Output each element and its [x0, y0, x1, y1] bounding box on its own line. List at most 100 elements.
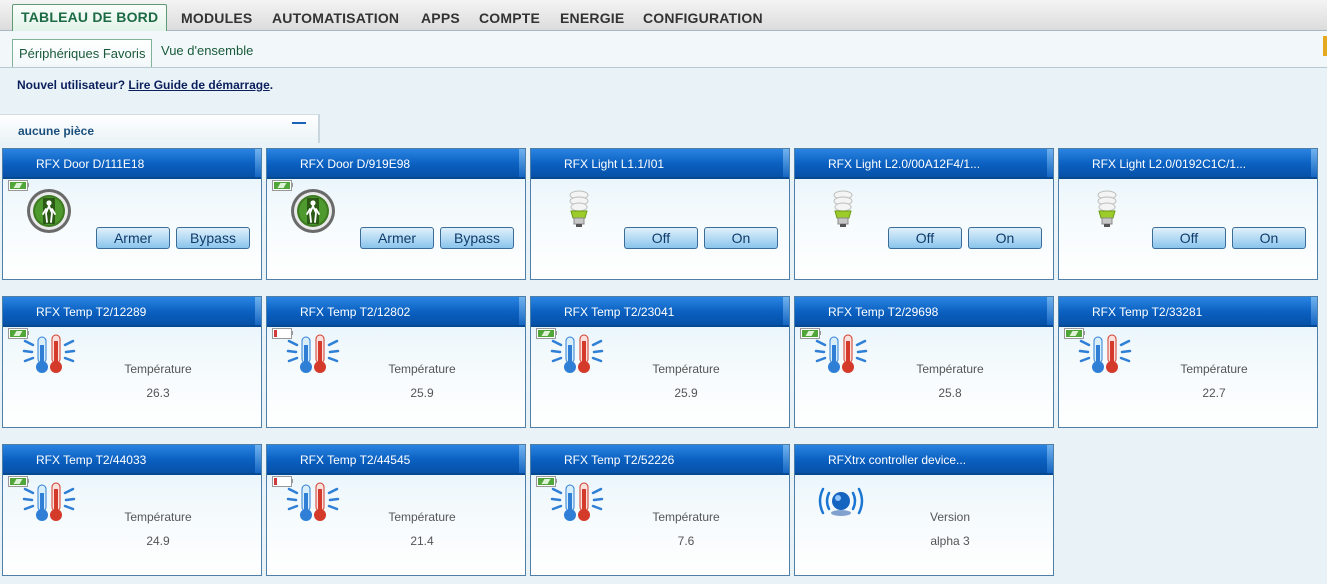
device-tile: RFX Door D/919E98 Armer Bypass — [266, 148, 526, 280]
reading-value: alpha 3 — [930, 534, 970, 548]
device-name: RFX Door D/111E18 — [36, 157, 145, 171]
reading-value: 25.8 — [938, 386, 962, 400]
device-tile-header[interactable]: RFX Temp T2/52226 — [531, 445, 789, 475]
device-name: RFX Temp T2/23041 — [564, 305, 675, 319]
device-name: RFXtrx controller device... — [828, 453, 967, 467]
notice-suffix: . — [269, 78, 274, 92]
reading-value: 21.4 — [410, 534, 434, 548]
door-sensor-icon — [289, 187, 337, 240]
thermometer-icon — [285, 331, 341, 380]
new-user-notice: Nouvel utilisateur? Lire Guide de démarr… — [17, 78, 273, 92]
notice-text: Nouvel utilisateur? — [17, 78, 126, 92]
tab-vue-ensemble[interactable]: Vue d'ensemble — [161, 43, 253, 58]
device-name: RFX Temp T2/29698 — [828, 305, 939, 319]
device-name: RFX Temp T2/12802 — [300, 305, 411, 319]
device-tile: RFX Temp T2/33281 Température 22.7 — [1058, 296, 1318, 428]
device-tile: RFXtrx controller device... Version alpha … — [794, 444, 1054, 576]
help-tab-icon[interactable] — [1323, 36, 1327, 56]
door-sensor-icon — [25, 187, 73, 240]
device-tile-header[interactable]: RFX Temp T2/44545 — [267, 445, 525, 475]
device-tile: RFX Light L1.1/I01 Off On — [530, 148, 790, 280]
device-tile-header[interactable]: RFX Temp T2/33281 — [1059, 297, 1317, 327]
armer-button[interactable]: Armer — [360, 227, 434, 249]
device-tile: RFX Temp T2/44545 Température 21.4 — [266, 444, 526, 576]
reading-label: Température — [388, 510, 456, 524]
device-name: RFX Light L2.0/0192C1C/1... — [1092, 157, 1247, 171]
menu-item-compte[interactable]: COMPTE — [479, 10, 540, 26]
thermometer-icon — [549, 331, 605, 380]
reading-label: Température — [124, 362, 192, 376]
bypass-button[interactable]: Bypass — [440, 227, 514, 249]
on-button[interactable]: On — [968, 227, 1042, 249]
light-bulb-icon — [563, 185, 595, 236]
device-name: RFX Temp T2/33281 — [1092, 305, 1203, 319]
device-tile-header[interactable]: RFX Door D/111E18 — [3, 149, 261, 179]
reading-label: Température — [652, 510, 720, 524]
thermometer-icon — [549, 479, 605, 528]
device-name: RFX Temp T2/44545 — [300, 453, 411, 467]
device-name: RFX Temp T2/12289 — [36, 305, 147, 319]
device-tile-header[interactable]: RFX Temp T2/12802 — [267, 297, 525, 327]
reading-label: Température — [1180, 362, 1248, 376]
reading-value: 24.9 — [146, 534, 170, 548]
device-tile: RFX Temp T2/44033 Température 24.9 — [2, 444, 262, 576]
device-tile-header[interactable]: RFX Temp T2/44033 — [3, 445, 261, 475]
menu-item-energie[interactable]: ENERGIE — [560, 10, 624, 26]
off-button[interactable]: Off — [1152, 227, 1226, 249]
reading-value: 25.9 — [674, 386, 698, 400]
reading-value: 22.7 — [1202, 386, 1226, 400]
getting-started-link[interactable]: Lire Guide de démarrage — [128, 78, 269, 92]
sub-tab-bar: Périphériques Favoris Vue d'ensemble — [0, 31, 1327, 68]
armer-button[interactable]: Armer — [96, 227, 170, 249]
device-tile: RFX Temp T2/12289 Température 26.3 — [2, 296, 262, 428]
device-name: RFX Light L1.1/I01 — [564, 157, 665, 171]
device-name: RFX Temp T2/44033 — [36, 453, 147, 467]
device-tile: RFX Temp T2/29698 Température 25.8 — [794, 296, 1054, 428]
light-bulb-icon — [827, 185, 859, 236]
reading-label: Température — [916, 362, 984, 376]
device-name: RFX Light L2.0/00A12F4/1... — [828, 157, 981, 171]
device-tile-header[interactable]: RFX Temp T2/23041 — [531, 297, 789, 327]
thermometer-icon — [21, 331, 77, 380]
room-header: aucune pièce — [0, 114, 320, 143]
main-menu-bar: TABLEAU DE BORD MODULES AUTOMATISATION A… — [0, 0, 1327, 31]
device-tile-header[interactable]: RFX Temp T2/12289 — [3, 297, 261, 327]
device-tile: RFX Light L2.0/00A12F4/1... Off On — [794, 148, 1054, 280]
menu-item-automatisation[interactable]: AUTOMATISATION — [272, 10, 399, 26]
reading-label: Température — [388, 362, 456, 376]
device-tile-header[interactable]: RFX Light L2.0/00A12F4/1... — [795, 149, 1053, 179]
off-button[interactable]: Off — [888, 227, 962, 249]
off-button[interactable]: Off — [624, 227, 698, 249]
device-name: RFX Temp T2/52226 — [564, 453, 675, 467]
menu-item-modules[interactable]: MODULES — [181, 10, 252, 26]
on-button[interactable]: On — [1232, 227, 1306, 249]
menu-item-apps[interactable]: APPS — [421, 10, 460, 26]
thermometer-icon — [1077, 331, 1133, 380]
device-tile: RFX Temp T2/23041 Température 25.9 — [530, 296, 790, 428]
reading-value: 7.6 — [677, 534, 695, 548]
device-tile: RFX Temp T2/12802 Température 25.9 — [266, 296, 526, 428]
device-tile-header[interactable]: RFX Light L1.1/I01 — [531, 149, 789, 179]
thermometer-icon — [285, 479, 341, 528]
light-bulb-icon — [1091, 185, 1123, 236]
collapse-icon[interactable] — [292, 122, 306, 124]
device-tile-header[interactable]: RFXtrx controller device... — [795, 445, 1053, 475]
reading-label: Température — [652, 362, 720, 376]
device-tile-header[interactable]: RFX Light L2.0/0192C1C/1... — [1059, 149, 1317, 179]
thermometer-icon — [813, 331, 869, 380]
device-tile: RFX Door D/111E18 Armer Bypass — [2, 148, 262, 280]
device-tile-header[interactable]: RFX Temp T2/29698 — [795, 297, 1053, 327]
room-name: aucune pièce — [18, 124, 95, 138]
reading-value: 25.9 — [410, 386, 434, 400]
reading-label: Version — [929, 510, 971, 524]
reading-label: Température — [124, 510, 192, 524]
device-tile-header[interactable]: RFX Door D/919E98 — [267, 149, 525, 179]
menu-item-configuration[interactable]: CONFIGURATION — [643, 10, 763, 26]
device-tile: RFX Light L2.0/0192C1C/1... Off On — [1058, 148, 1318, 280]
thermometer-icon — [21, 479, 77, 528]
menu-item-tableau-de-bord[interactable]: TABLEAU DE BORD — [12, 4, 168, 31]
bypass-button[interactable]: Bypass — [176, 227, 250, 249]
on-button[interactable]: On — [704, 227, 778, 249]
tab-peripheriques-favoris[interactable]: Périphériques Favoris — [12, 39, 153, 67]
device-name: RFX Door D/919E98 — [300, 157, 411, 171]
